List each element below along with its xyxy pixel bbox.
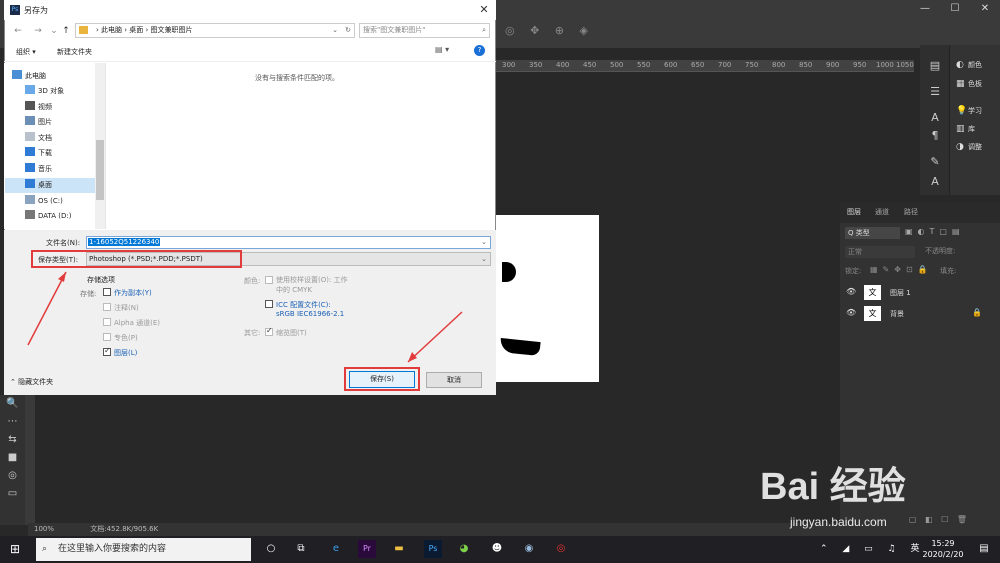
ruler-tick: 950 [853, 61, 867, 69]
character-icon[interactable]: A [928, 111, 942, 125]
lock-icon: 🔒 [972, 308, 982, 317]
task-view-icon[interactable]: ⧉ [292, 540, 310, 558]
browser-icon[interactable]: ◉ [520, 540, 538, 558]
annotation-arrows [27, 271, 463, 363]
dock-icon-strip: ▤ ☰ A ¶ ✎ A [920, 45, 950, 195]
clone-icon[interactable]: A [928, 175, 942, 189]
taskbar-search-input[interactable]: ⌕ 在这里输入你要搜索的内容 [36, 538, 251, 561]
adjustments-icon: ◑ [956, 142, 964, 152]
clock-time: 15:29 [931, 539, 955, 548]
layer-thumbnail: 文 [864, 285, 881, 300]
dock-swatches[interactable]: ▦ 色板 [956, 77, 1000, 91]
color-icon: ◐ [956, 60, 964, 70]
search-icon: ⌕ [42, 544, 48, 554]
layer-filter-select[interactable]: Q 类型 [845, 227, 900, 239]
ruler-tick: 450 [583, 61, 597, 69]
horizontal-ruler: 300 350 400 450 500 550 600 650 700 750 … [494, 60, 914, 72]
tab-layers[interactable]: 图层 [847, 207, 861, 217]
cortana-icon[interactable]: ○ [262, 540, 280, 558]
history-icon[interactable]: ▤ [928, 59, 942, 73]
ruler-tick: 400 [556, 61, 570, 69]
ruler-tick: 900 [826, 61, 840, 69]
quick-mask-icon[interactable]: ◎ [0, 467, 25, 485]
more-tools-icon[interactable]: ⋯ [0, 413, 25, 431]
tab-paths[interactable]: 路径 [904, 207, 918, 217]
brush-icon[interactable]: ✎ [928, 155, 942, 169]
layer-row[interactable]: 👁 文 图层 1 [840, 283, 1000, 303]
tools-panel: 🔍 ⋯ ⇆ ■ ◎ ▭ [0, 395, 25, 525]
lock-label: 锁定: [845, 267, 862, 275]
library-icon: ▥ [956, 124, 965, 134]
ruler-tick: 600 [664, 61, 678, 69]
blend-mode-select[interactable]: 正常 [845, 246, 915, 258]
layer-name: 背景 [890, 310, 904, 318]
qq-icon[interactable]: ☻ [488, 540, 506, 558]
layers-panel-tabs: 图层 通道 路径 [840, 203, 1000, 223]
screen-mode-icon[interactable]: ▭ [0, 485, 25, 503]
photoshop-taskbar-icon[interactable]: Ps [424, 540, 442, 558]
notification-icon[interactable]: ▤ [975, 540, 993, 558]
dock-learn[interactable]: 💡学习 [956, 104, 1000, 118]
ruler-tick: 1000 [876, 61, 894, 69]
swap-colors-icon[interactable]: ⇆ [0, 431, 25, 449]
ruler-tick: 550 [637, 61, 651, 69]
ruler-tick: 650 [691, 61, 705, 69]
document-info: 文档:452.8K/905.6K [90, 525, 159, 533]
dock-adjustments[interactable]: ◑ 调整 [956, 140, 1000, 154]
ruler-tick: 750 [745, 61, 759, 69]
dock-color[interactable]: ◐ 颜色 [956, 58, 1000, 72]
layer-row[interactable]: 👁 文 背景 🔒 [840, 304, 1000, 324]
ruler-tick: 850 [799, 61, 813, 69]
clock-date: 2020/2/20 [922, 550, 964, 559]
windows-start-icon[interactable]: ⊞ [10, 542, 24, 556]
3d-mode-icons[interactable]: ◎ ✥ ⊕ ◈ [505, 24, 594, 37]
lightbulb-icon: 💡 [956, 106, 968, 116]
ps-window-controls: — ☐ ✕ [910, 0, 1000, 18]
premiere-icon[interactable]: Pr [358, 540, 376, 558]
opacity-label: 不透明度: [925, 247, 956, 255]
vertical-ruler [25, 395, 35, 525]
wechat-icon[interactable]: ◕ [455, 540, 473, 558]
maximize-button[interactable]: ☐ [940, 0, 970, 18]
netease-music-icon[interactable]: ◎ [552, 540, 570, 558]
watermark-url: jingyan.baidu.com [790, 515, 887, 529]
file-explorer-icon[interactable]: ▬ [390, 540, 408, 558]
layer-name: 图层 1 [890, 289, 911, 297]
filter-icons[interactable]: ▣◐T▢▤ [905, 227, 965, 236]
swatches-icon: ▦ [956, 79, 965, 89]
visibility-eye-icon[interactable]: 👁 [846, 287, 856, 296]
lock-icons[interactable]: ▦✎✥⊡🔒 [870, 265, 933, 274]
properties-icon[interactable]: ☰ [928, 85, 942, 99]
foreground-color-swatch[interactable]: ■ [0, 449, 25, 467]
system-tray[interactable]: ⌃ ◢ ▭ ♫ 英 [820, 541, 926, 554]
taskbar-clock[interactable]: 15:29 2020/2/20 [918, 538, 968, 560]
minimize-button[interactable]: — [910, 0, 940, 18]
ruler-tick: 350 [529, 61, 543, 69]
paragraph-icon[interactable]: ¶ [928, 129, 942, 143]
ruler-tick: 700 [718, 61, 732, 69]
baidu-watermark: Bai 经验 [760, 466, 906, 508]
dock-libraries[interactable]: ▥ 库 [956, 122, 1000, 136]
tab-channels[interactable]: 通道 [875, 207, 889, 217]
close-button[interactable]: ✕ [970, 0, 1000, 18]
zoom-level[interactable]: 100% [34, 525, 54, 533]
ruler-tick: 800 [772, 61, 786, 69]
layer-thumbnail: 文 [864, 306, 881, 321]
ruler-tick: 1050 [896, 61, 914, 69]
ruler-tick: 500 [610, 61, 624, 69]
ruler-tick: 300 [502, 61, 516, 69]
edge-icon[interactable]: e [327, 540, 345, 558]
document-canvas[interactable] [494, 215, 599, 382]
fill-label: 填充: [940, 267, 957, 275]
visibility-eye-icon[interactable]: 👁 [846, 308, 856, 317]
status-bar: 100% 文档:452.8K/905.6K [28, 523, 918, 536]
